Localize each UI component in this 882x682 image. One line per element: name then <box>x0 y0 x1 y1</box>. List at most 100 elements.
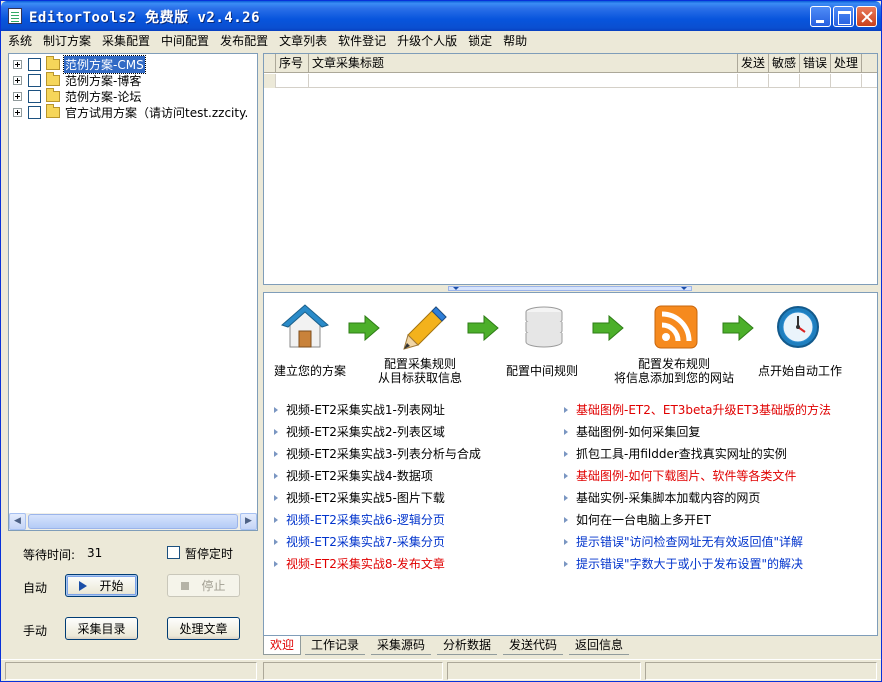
tab-send-code[interactable]: 发送代码 <box>503 636 564 655</box>
process-article-button[interactable]: 处理文章 <box>167 617 240 640</box>
tutorial-link[interactable]: 抓包工具-用fildder查找真实网址的实例 <box>564 445 787 462</box>
bullet-icon <box>274 472 278 479</box>
step-label[interactable]: 配置发布规则 将信息添加到您的网站 <box>614 357 734 385</box>
panel-splitter[interactable] <box>263 285 878 292</box>
status-bar <box>1 659 881 681</box>
splitter-grip[interactable] <box>448 286 692 291</box>
tree-checkbox[interactable] <box>28 73 41 87</box>
column-header-error[interactable]: 错误 <box>800 54 831 73</box>
menu-item-register[interactable]: 软件登记 <box>331 31 390 51</box>
bullet-icon <box>564 428 568 435</box>
expand-icon[interactable] <box>13 75 22 85</box>
tree-checkbox[interactable] <box>28 89 41 103</box>
column-header-sensitive[interactable]: 敏感 <box>769 54 800 73</box>
tutorial-link[interactable]: 基础图例-ET2、ET3beta升级ET3基础版的方法 <box>564 401 831 418</box>
tree-item-label[interactable]: 范例方案-博客 <box>64 72 142 89</box>
step-label[interactable]: 点开始自动工作 <box>758 364 842 378</box>
bullet-icon <box>274 516 278 523</box>
tutorial-link[interactable]: 提示错误"访问检查网址无有效返回值"详解 <box>564 533 803 550</box>
status-pane <box>447 662 641 680</box>
tutorial-link[interactable]: 视频-ET2采集实战8-发布文章 <box>274 555 445 572</box>
folder-icon <box>46 55 60 70</box>
tutorial-link[interactable]: 视频-ET2采集实战2-列表区域 <box>274 423 445 440</box>
tree-checkbox[interactable] <box>28 105 41 119</box>
bullet-icon <box>274 560 278 567</box>
tree-item[interactable]: 官方试用方案（请访问test.zzcity. <box>13 103 249 121</box>
tutorial-link[interactable]: 视频-ET2采集实战3-列表分析与合成 <box>274 445 481 462</box>
start-button[interactable]: 开始 <box>65 574 138 597</box>
step-label[interactable]: 配置采集规则 从目标获取信息 <box>378 357 462 385</box>
scroll-right-icon[interactable]: ▶ <box>240 513 257 530</box>
tutorial-link[interactable]: 视频-ET2采集实战1-列表网址 <box>274 401 445 418</box>
expand-icon[interactable] <box>13 59 22 69</box>
tutorial-link[interactable]: 基础图例-如何下载图片、软件等各类文件 <box>564 467 796 484</box>
expand-icon[interactable] <box>13 91 22 101</box>
clock-icon <box>777 306 819 348</box>
tutorial-link[interactable]: 视频-ET2采集实战7-采集分页 <box>274 533 445 550</box>
bullet-icon <box>274 428 278 435</box>
bullet-icon <box>274 538 278 545</box>
menu-item-middle-config[interactable]: 中间配置 <box>154 31 213 51</box>
tutorial-link[interactable]: 视频-ET2采集实战6-逻辑分页 <box>274 511 445 528</box>
table-cell <box>769 74 800 88</box>
stop-button[interactable]: 停止 <box>167 574 240 597</box>
tree-horizontal-scrollbar[interactable]: ◀ ▶ <box>9 513 257 530</box>
welcome-panel: 建立您的方案 配置采集规则 从目标获取信息 配置中间规则 配置发布规则 将信息添加到… <box>263 292 878 636</box>
step-label[interactable]: 配置中间规则 <box>506 364 578 378</box>
table-row[interactable] <box>264 74 877 88</box>
menu-item-article-list[interactable]: 文章列表 <box>272 31 331 51</box>
tab-return-info[interactable]: 返回信息 <box>569 636 630 655</box>
tutorial-link[interactable]: 视频-ET2采集实战5-图片下载 <box>274 489 445 506</box>
tree-item[interactable]: 范例方案-博客 <box>13 71 142 89</box>
collect-directory-button[interactable]: 采集目录 <box>65 617 138 640</box>
bullet-icon <box>274 494 278 501</box>
tab-work-log[interactable]: 工作记录 <box>305 636 366 655</box>
column-header-process[interactable]: 处理 <box>831 54 862 73</box>
menu-item-plan[interactable]: 制订方案 <box>36 31 95 51</box>
tree-item[interactable]: 范例方案-论坛 <box>13 87 142 105</box>
tree-item-label[interactable]: 范例方案-CMS <box>63 54 146 74</box>
plan-tree[interactable]: 范例方案-CMS 范例方案-博客 范例方案-论坛 官方试用方案（请访问test.… <box>8 53 258 531</box>
column-header-title[interactable]: 文章采集标题 <box>309 54 738 73</box>
menu-item-collect-config[interactable]: 采集配置 <box>95 31 154 51</box>
tutorial-link[interactable]: 基础图例-如何采集回复 <box>564 423 700 440</box>
menu-item-publish-config[interactable]: 发布配置 <box>213 31 272 51</box>
menu-item-help[interactable]: 帮助 <box>496 31 531 51</box>
article-grid[interactable]: 序号 文章采集标题 发送 敏感 错误 处理 <box>263 53 878 285</box>
tutorial-link[interactable]: 如何在一台电脑上多开ET <box>564 511 711 528</box>
pause-timer-checkbox[interactable] <box>167 546 180 559</box>
house-icon <box>281 304 329 348</box>
scroll-left-icon[interactable]: ◀ <box>9 513 26 530</box>
wait-time-label: 等待时间: <box>23 548 76 562</box>
row-indicator-header <box>264 54 276 73</box>
tutorial-link[interactable]: 基础实例-采集脚本加载内容的网页 <box>564 489 760 506</box>
row-indicator <box>264 74 276 88</box>
step-label[interactable]: 建立您的方案 <box>274 364 346 378</box>
table-cell <box>309 74 738 88</box>
minimize-button[interactable] <box>810 6 831 27</box>
table-cell <box>831 74 862 88</box>
menu-item-system[interactable]: 系统 <box>1 31 36 51</box>
tab-welcome[interactable]: 欢迎 <box>263 636 302 655</box>
menu-item-upgrade[interactable]: 升级个人版 <box>390 31 461 51</box>
menu-item-lock[interactable]: 锁定 <box>461 31 496 51</box>
scrollbar-thumb[interactable] <box>28 514 238 529</box>
tree-checkbox[interactable] <box>28 57 41 71</box>
tree-item-label[interactable]: 范例方案-论坛 <box>64 88 142 105</box>
app-window: EditorTools2 免费版 v2.4.26 系统 制订方案 采集配置 中间配置发… <box>0 0 882 682</box>
maximize-button[interactable] <box>833 6 854 27</box>
close-button[interactable] <box>856 6 877 27</box>
title-bar[interactable]: EditorTools2 免费版 v2.4.26 <box>1 1 881 31</box>
tutorial-link[interactable]: 提示错误"字数大于或小于发布设置"的解决 <box>564 555 803 572</box>
bottom-tab-strip: 欢迎 工作记录 采集源码 分析数据 发送代码 返回信息 <box>263 636 878 656</box>
bullet-icon <box>564 494 568 501</box>
tree-item-label[interactable]: 官方试用方案（请访问test.zzcity. <box>64 104 249 121</box>
tree-item[interactable]: 范例方案-CMS <box>13 54 146 74</box>
tab-analysis-data[interactable]: 分析数据 <box>437 636 498 655</box>
tab-collect-source[interactable]: 采集源码 <box>371 636 432 655</box>
tutorial-link[interactable]: 视频-ET2采集实战4-数据项 <box>274 467 433 484</box>
expand-icon[interactable] <box>13 107 22 117</box>
column-header-index[interactable]: 序号 <box>276 54 309 73</box>
column-header-send[interactable]: 发送 <box>738 54 769 73</box>
arrow-right-icon <box>467 315 499 341</box>
